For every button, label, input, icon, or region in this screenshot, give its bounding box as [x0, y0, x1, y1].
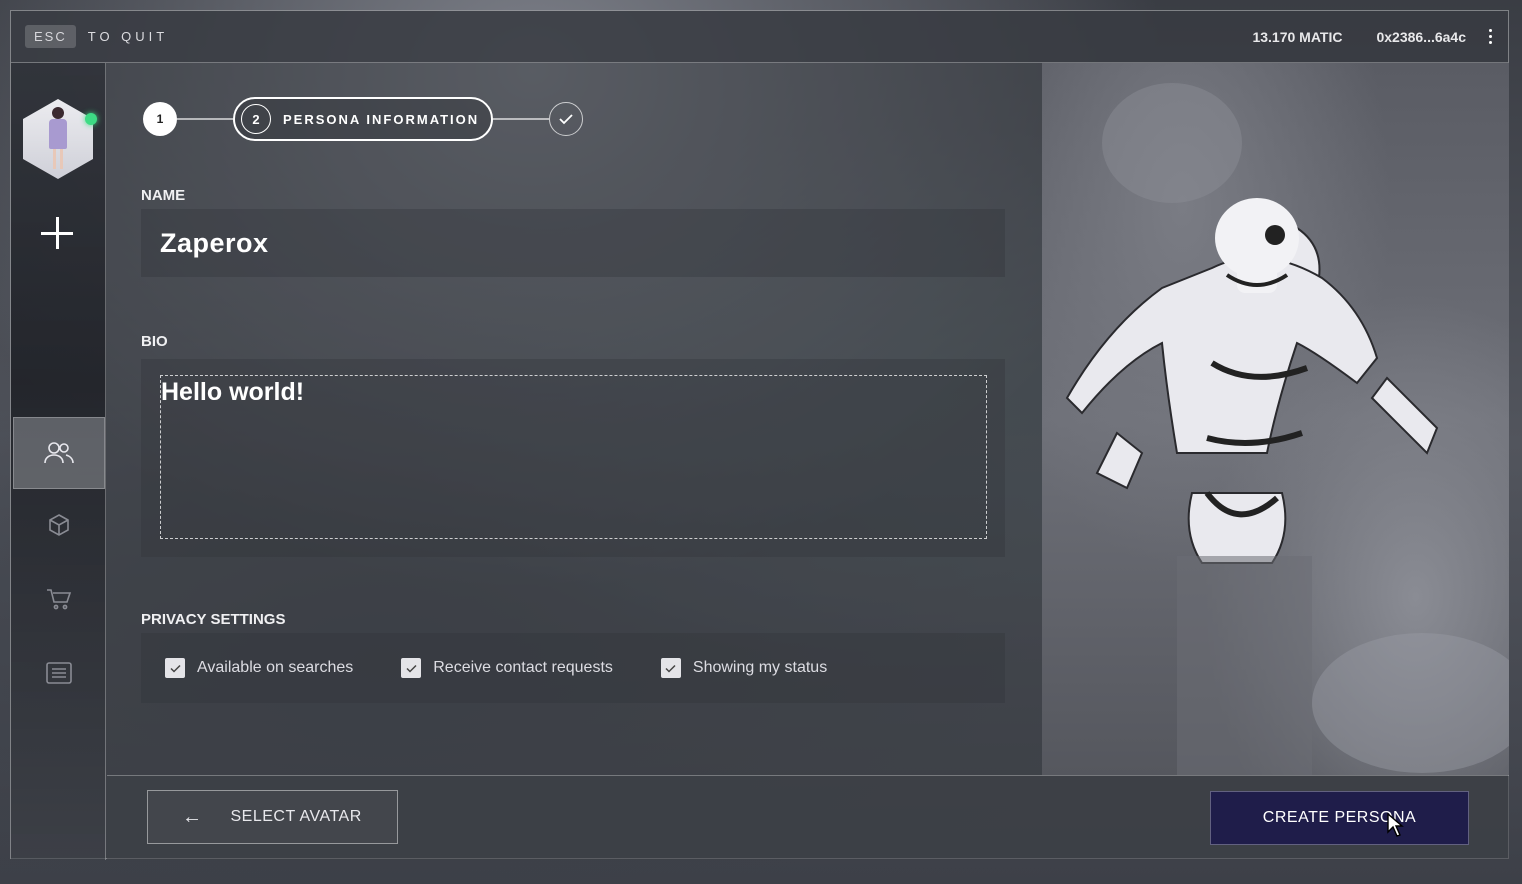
sidebar-item-assets[interactable] [13, 489, 105, 561]
app-window: ESC TO QUIT 13.170 MATIC 0x2386...6a4c 1… [10, 10, 1509, 860]
sidebar [11, 63, 106, 860]
matic-balance: 13.170 MATIC [1252, 28, 1343, 45]
name-label: NAME [141, 187, 186, 204]
add-persona-button[interactable] [39, 215, 75, 251]
searches-label: Available on searches [197, 659, 354, 676]
name-field-container [141, 209, 1005, 277]
step-2-label: PERSONA INFORMATION [283, 111, 480, 127]
step-2-indicator: 2 PERSONA INFORMATION [233, 97, 494, 141]
cart-icon [47, 589, 72, 610]
searches-checkbox[interactable] [165, 658, 185, 678]
privacy-option-searches[interactable]: Available on searches [165, 658, 353, 678]
avatar[interactable] [23, 99, 93, 179]
check-icon [169, 664, 181, 673]
account-info: 13.170 MATIC 0x2386...6a4c [1252, 29, 1494, 45]
persona-form: 1 2 PERSONA INFORMATION NAME BIO Hello w… [107, 63, 1042, 775]
step-3-indicator [549, 102, 584, 136]
more-menu-icon[interactable] [1486, 29, 1494, 44]
sidebar-item-shop[interactable] [13, 563, 105, 635]
step-connector [177, 118, 233, 120]
select-avatar-button[interactable]: ← SELECT AVATAR [147, 790, 398, 844]
mouse-cursor-icon [1387, 812, 1404, 837]
privacy-option-contact-requests[interactable]: Receive contact requests [401, 658, 613, 678]
bottom-bar: ← SELECT AVATAR CREATE PERSONA [107, 775, 1509, 860]
avatar-preview[interactable] [1042, 63, 1509, 775]
stepper: 1 2 PERSONA INFORMATION [143, 97, 584, 141]
top-bar: ESC TO QUIT 13.170 MATIC 0x2386...6a4c [11, 11, 1508, 63]
contact-requests-checkbox[interactable] [401, 658, 422, 678]
status-checkbox[interactable] [660, 658, 681, 678]
bio-label: BIO [141, 333, 168, 350]
sidebar-item-personas[interactable] [13, 417, 105, 489]
bio-field[interactable]: Hello world! [160, 375, 987, 539]
contact-requests-label: Receive contact requests [433, 659, 613, 676]
arrow-left-icon: ← [182, 805, 203, 828]
robot-avatar-model [1065, 83, 1509, 775]
privacy-settings: Available on searches Receive contact re… [141, 633, 1005, 703]
privacy-option-status[interactable]: Showing my status [660, 658, 828, 678]
avatar-figure [47, 107, 69, 171]
status-label: Showing my status [692, 659, 828, 676]
sidebar-item-list[interactable] [13, 637, 105, 709]
check-icon [665, 664, 676, 673]
list-icon [46, 662, 72, 684]
create-persona-button[interactable]: CREATE PERSONA [1210, 791, 1469, 845]
step-1-indicator[interactable]: 1 [143, 102, 177, 136]
check-icon [406, 664, 417, 673]
select-avatar-label: SELECT AVATAR [230, 808, 362, 825]
name-field[interactable] [160, 227, 980, 259]
bio-field-container: Hello world! [141, 359, 1005, 557]
esc-key-hint[interactable]: ESC [25, 25, 76, 48]
privacy-settings-label: PRIVACY SETTINGS [141, 611, 286, 628]
users-icon [44, 442, 74, 464]
wallet-address[interactable]: 0x2386...6a4c [1376, 29, 1466, 45]
step-2-number: 2 [241, 104, 271, 134]
quit-label: TO QUIT [87, 29, 169, 44]
online-status-indicator [85, 113, 97, 125]
step-connector [493, 118, 550, 120]
check-icon [559, 114, 573, 125]
cube-icon [49, 514, 69, 536]
